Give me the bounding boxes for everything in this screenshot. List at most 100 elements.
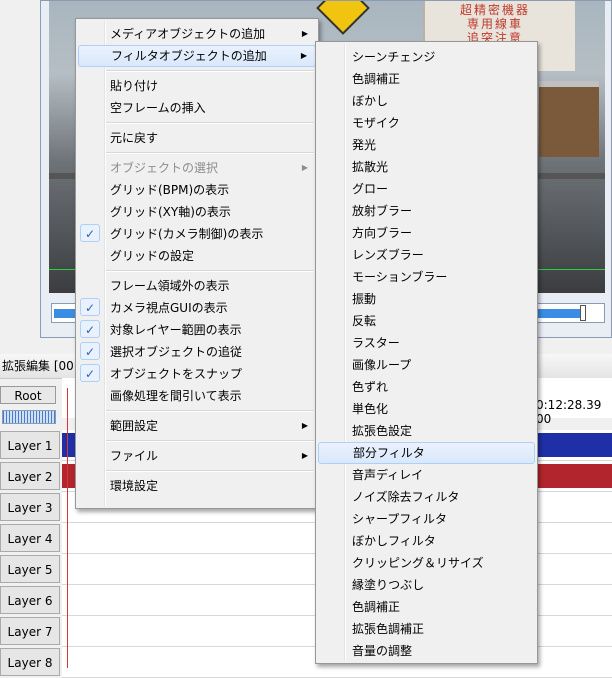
filter-menu-item[interactable]: ぼかし	[318, 90, 535, 112]
submenu-arrow-icon: ▶	[301, 421, 308, 430]
context-menu-item[interactable]: グリッド(BPM)の表示	[78, 179, 316, 201]
context-menu-item-label: 空フレームの挿入	[110, 101, 206, 115]
time-label: 0:12:28.39 00	[536, 398, 602, 426]
layer-label[interactable]: Layer 1	[0, 431, 60, 459]
context-menu-item[interactable]: ✓ 対象レイヤー範囲の表示	[78, 319, 316, 341]
filter-menu-item[interactable]: 色調補正	[318, 596, 535, 618]
context-menu-item[interactable]: ファイル ▶	[78, 445, 316, 467]
context-menu-item[interactable]: フレーム領域外の表示	[78, 275, 316, 297]
checkmark-icon: ✓	[80, 320, 100, 338]
context-menu-item[interactable]: 元に戻す	[78, 127, 316, 149]
zoom-slider[interactable]	[2, 410, 56, 424]
checkmark-icon: ✓	[80, 298, 100, 316]
context-menu: メディアオブジェクトの追加 ▶ フィルタオブジェクトの追加 ▶ 貼り付け 空フレームの挿入…	[75, 18, 319, 509]
context-menu-item[interactable]: ✓ 選択オブジェクトの追従	[78, 341, 316, 363]
context-menu-item-label: グリッド(XY軸)の表示	[110, 205, 231, 219]
filter-menu-item[interactable]: 発光	[318, 134, 535, 156]
menu-separator	[106, 270, 314, 272]
context-menu-item-label: 元に戻す	[110, 131, 159, 145]
root-button[interactable]: Root	[0, 386, 56, 404]
filter-menu-item[interactable]: ラスター	[318, 332, 535, 354]
filter-menu-item[interactable]: 拡張色設定	[318, 420, 535, 442]
context-menu-item-label: グリッド(BPM)の表示	[110, 183, 230, 197]
context-menu-item-label: 対象レイヤー範囲の表示	[110, 323, 242, 337]
layer-label[interactable]: Layer 5	[0, 555, 60, 583]
filter-menu-item[interactable]: グロー	[318, 178, 535, 200]
context-menu-item-label: 選択オブジェクトの追従	[110, 345, 243, 359]
checkmark-icon: ✓	[80, 224, 100, 242]
context-menu-item-label: グリッド(カメラ制御)の表示	[110, 227, 264, 241]
context-menu-item-label: フィルタオブジェクトの追加	[111, 49, 267, 63]
context-menu-item-label: メディアオブジェクトの追加	[110, 27, 266, 41]
context-menu-item[interactable]: ✓ オブジェクトをスナップ	[78, 363, 316, 385]
submenu-arrow-icon: ▶	[301, 29, 308, 38]
filter-menu-item[interactable]: シャープフィルタ	[318, 508, 535, 530]
filter-menu-item[interactable]: 反転	[318, 310, 535, 332]
filter-menu-item[interactable]: クリッピング＆リサイズ	[318, 552, 535, 574]
context-menu-item-label: フレーム領域外の表示	[110, 279, 230, 293]
filter-menu-item[interactable]: 部分フィルタ	[318, 442, 535, 464]
filter-menu-item[interactable]: 音量の調整	[318, 640, 535, 662]
context-menu-item-label: オブジェクトをスナップ	[110, 367, 243, 381]
layer-label[interactable]: Layer 6	[0, 586, 60, 614]
context-menu-item: オブジェクトの選択 ▶	[78, 157, 316, 179]
filter-menu-item[interactable]: シーンチェンジ	[318, 46, 535, 68]
wall-text-line2: 専用線車	[466, 17, 523, 31]
seek-bar-knob[interactable]	[580, 305, 586, 321]
context-menu-item[interactable]: グリッドの設定	[78, 245, 316, 267]
checkmark-icon: ✓	[80, 364, 100, 382]
layer-label[interactable]: Layer 3	[0, 493, 60, 521]
context-menu-item-label: オブジェクトの選択	[110, 161, 219, 175]
filter-menu-item[interactable]: モザイク	[318, 112, 535, 134]
menu-separator	[106, 122, 314, 124]
context-menu-item[interactable]: メディアオブジェクトの追加 ▶	[78, 23, 316, 45]
filter-menu-item[interactable]: 色調補正	[318, 68, 535, 90]
context-menu-item[interactable]: 空フレームの挿入	[78, 97, 316, 119]
filter-menu-item[interactable]: モーションブラー	[318, 266, 535, 288]
filter-menu-item[interactable]: 放射ブラー	[318, 200, 535, 222]
context-menu-item[interactable]: 画像処理を間引いて表示	[78, 385, 316, 407]
context-menu-item[interactable]: グリッド(XY軸)の表示	[78, 201, 316, 223]
layer-label[interactable]: Layer 2	[0, 462, 60, 490]
truck-image	[539, 81, 599, 157]
filter-menu-item[interactable]: 色ずれ	[318, 376, 535, 398]
filter-menu-item[interactable]: 単色化	[318, 398, 535, 420]
menu-separator	[106, 440, 314, 442]
filter-menu-item[interactable]: 振動	[318, 288, 535, 310]
context-menu-item-label: 貼り付け	[110, 79, 159, 93]
filter-menu-item[interactable]: ノイズ除去フィルタ	[318, 486, 535, 508]
menu-separator	[106, 470, 314, 472]
submenu-arrow-icon: ▶	[301, 451, 308, 460]
wall-text-line1: 超精密機器	[459, 3, 530, 17]
filter-menu-item[interactable]: 画像ループ	[318, 354, 535, 376]
context-menu-item-label: 画像処理を間引いて表示	[110, 389, 242, 403]
context-menu-item[interactable]: ✓ カメラ視点GUIの表示	[78, 297, 316, 319]
context-menu-item-label: ファイル	[110, 449, 159, 463]
road-sign-icon	[316, 1, 370, 35]
context-menu-item[interactable]: 貼り付け	[78, 75, 316, 97]
context-menu-item-label: 範囲設定	[110, 419, 159, 433]
checkmark-icon: ✓	[80, 342, 100, 360]
filter-menu-item[interactable]: レンズブラー	[318, 244, 535, 266]
context-menu-item[interactable]: ✓ グリッド(カメラ制御)の表示	[78, 223, 316, 245]
context-menu-item[interactable]: 範囲設定 ▶	[78, 415, 316, 437]
context-menu-item-label: カメラ視点GUIの表示	[110, 301, 228, 315]
context-menu-item[interactable]: フィルタオブジェクトの追加 ▶	[78, 45, 316, 67]
filter-menu-item[interactable]: 拡散光	[318, 156, 535, 178]
filter-menu-item[interactable]: 縁塗りつぶし	[318, 574, 535, 596]
filter-menu-item[interactable]: 方向ブラー	[318, 222, 535, 244]
filter-menu-item[interactable]: ぼかしフィルタ	[318, 530, 535, 552]
context-menu-item-label: 環境設定	[110, 479, 159, 493]
context-menu-item-label: グリッドの設定	[110, 249, 195, 263]
layer-label[interactable]: Layer 4	[0, 524, 60, 552]
filter-menu-item[interactable]: 拡張色調補正	[318, 618, 535, 640]
submenu-arrow-icon: ▶	[301, 163, 308, 172]
filter-menu-item[interactable]: 音声ディレイ	[318, 464, 535, 486]
menu-separator	[106, 410, 314, 412]
layer-label[interactable]: Layer 8	[0, 648, 60, 676]
menu-separator	[106, 70, 314, 72]
playhead-line[interactable]	[67, 388, 68, 668]
layer-label[interactable]: Layer 7	[0, 617, 60, 645]
context-menu-item[interactable]: 環境設定	[78, 475, 316, 497]
wall-sign-text: 超精密機器 専用線車 追突注意	[445, 3, 545, 45]
